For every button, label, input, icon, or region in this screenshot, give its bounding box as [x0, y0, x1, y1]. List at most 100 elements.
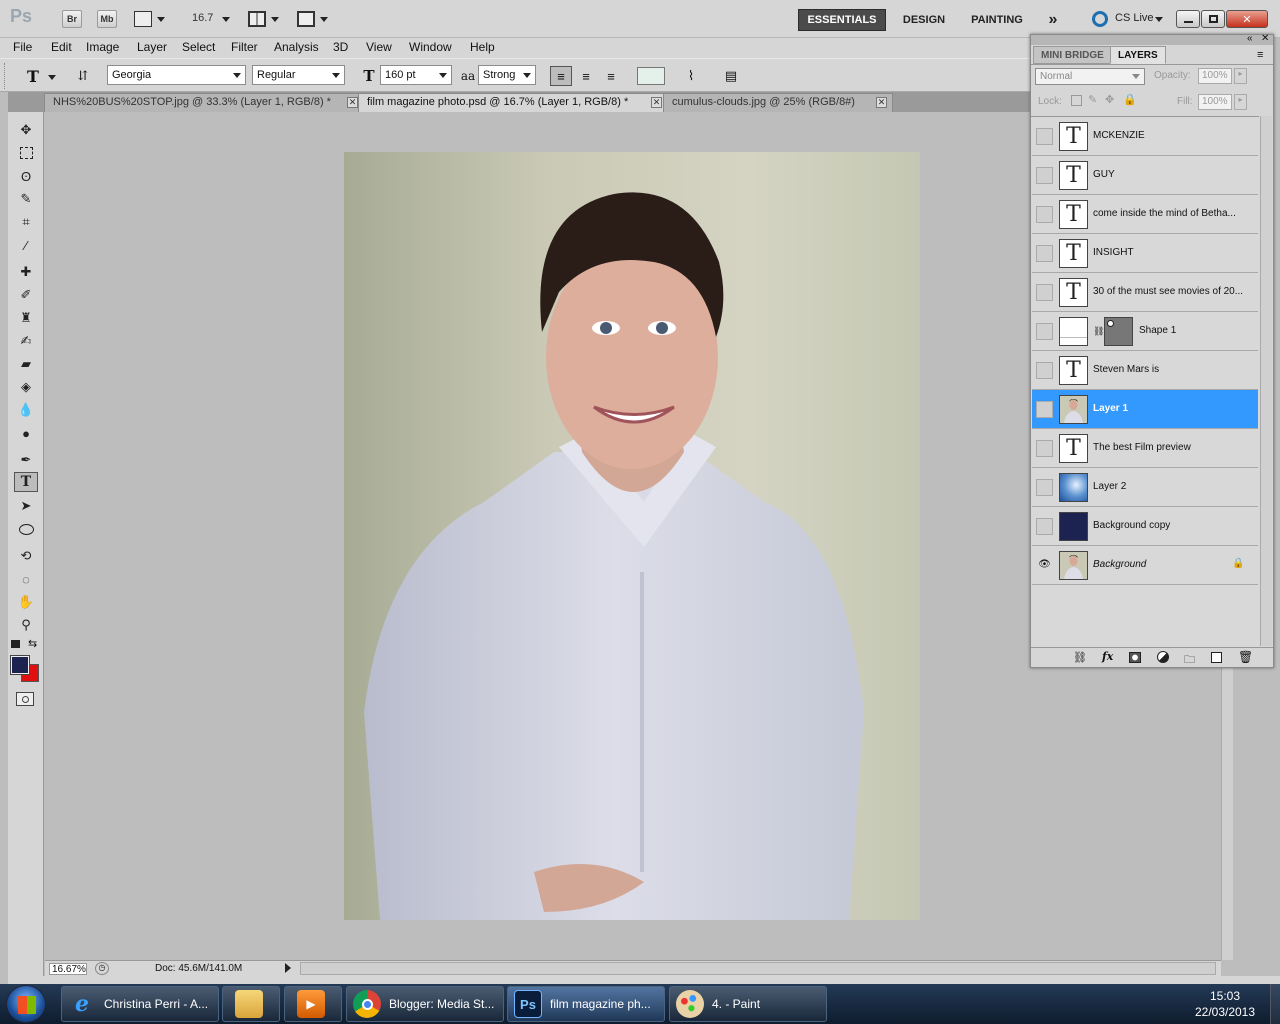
close-button[interactable]: ✕ [1226, 10, 1268, 28]
view-extras-icon[interactable] [134, 11, 152, 27]
visibility-toggle[interactable] [1036, 323, 1053, 340]
close-panel-icon[interactable]: ✕ [1261, 33, 1269, 44]
close-tab-icon[interactable]: ✕ [651, 97, 662, 108]
text-color-swatch[interactable] [637, 67, 665, 85]
lasso-tool-icon[interactable]: ʘ [14, 166, 38, 186]
hand-tool-icon[interactable]: ✋ [14, 592, 38, 612]
close-tab-icon[interactable]: ✕ [347, 97, 358, 108]
visibility-toggle[interactable] [1036, 167, 1053, 184]
chevron-down-icon[interactable] [320, 17, 328, 22]
crop-tool-icon[interactable]: ⌗ [14, 212, 38, 232]
type-tool-icon[interactable]: T [14, 472, 38, 492]
screen-mode-icon[interactable] [297, 11, 315, 27]
taskbar-item-internet-explorer[interactable]: e Christina Perri - A... [61, 986, 219, 1022]
workspace-painting-button[interactable]: PAINTING [962, 9, 1032, 31]
visibility-toggle[interactable] [1036, 362, 1053, 379]
panel-menu-icon[interactable]: ≡ [1257, 49, 1263, 61]
healing-brush-tool-icon[interactable]: ✚ [14, 262, 38, 282]
chevron-down-icon[interactable] [48, 75, 56, 80]
tab-film-magazine-photo[interactable]: film magazine photo.psd @ 16.7% (Layer 1… [358, 93, 668, 112]
layer-row-guy[interactable]: T GUY [1032, 156, 1258, 195]
visibility-toggle[interactable] [1036, 284, 1053, 301]
menu-layer[interactable]: Layer [137, 40, 167, 54]
add-mask-icon[interactable] [1129, 652, 1141, 663]
align-left-button[interactable]: ≡ [550, 66, 572, 86]
tab-mini-bridge[interactable]: MINI BRIDGE [1033, 46, 1112, 64]
layer-row-background-copy[interactable]: Background copy [1032, 507, 1258, 546]
status-menu-icon[interactable] [285, 963, 291, 973]
marquee-tool-icon[interactable] [14, 143, 38, 163]
menu-window[interactable]: Window [409, 40, 452, 54]
default-colors-icon[interactable] [11, 640, 20, 648]
taskbar-item-media-player[interactable]: ▶ [284, 986, 342, 1022]
foreground-color-swatch[interactable] [10, 655, 30, 675]
menu-view[interactable]: View [366, 40, 392, 54]
taskbar-item-paint[interactable]: 4. - Paint [669, 986, 827, 1022]
quick-selection-tool-icon[interactable]: ✎ [14, 189, 38, 209]
history-brush-tool-icon[interactable]: ✍ [14, 331, 38, 351]
show-desktop-button[interactable] [1270, 984, 1280, 1024]
taskbar-item-explorer[interactable] [222, 986, 280, 1022]
visibility-toggle[interactable] [1036, 518, 1053, 535]
document-image[interactable] [344, 152, 920, 920]
move-tool-icon[interactable]: ✥ [14, 120, 38, 140]
start-button[interactable] [6, 985, 46, 1023]
panel-titlebar[interactable] [1031, 35, 1273, 45]
brush-tool-icon[interactable]: ✐ [14, 285, 38, 305]
layer-row-mckenzie[interactable]: T MCKENZIE [1032, 117, 1258, 156]
menu-select[interactable]: Select [182, 40, 215, 54]
paint-bucket-tool-icon[interactable]: ◈ [14, 377, 38, 397]
character-panel-icon[interactable]: ▤ [720, 66, 742, 86]
layer-row-best-film-preview[interactable]: T The best Film preview [1032, 429, 1258, 468]
zoom-level[interactable]: 16.7 [192, 12, 213, 24]
visibility-toggle[interactable] [1036, 440, 1053, 457]
adjustment-layer-icon[interactable] [1157, 651, 1169, 663]
chevron-down-icon[interactable] [1155, 17, 1163, 22]
link-layers-icon[interactable]: ⛓ [1073, 651, 1087, 664]
lock-position-icon[interactable]: ✥ [1105, 93, 1114, 106]
clock-time[interactable]: 15:03 [1183, 989, 1267, 1003]
3d-rotate-tool-icon[interactable]: ⟲ [14, 546, 38, 566]
3d-orbit-tool-icon[interactable]: ◌ [14, 569, 38, 589]
fill-field[interactable]: 100% [1198, 94, 1232, 110]
minimize-button[interactable] [1176, 10, 1200, 28]
zoom-field[interactable]: 16.67% [49, 963, 87, 975]
chevron-down-icon[interactable] [157, 17, 165, 22]
close-tab-icon[interactable]: ✕ [876, 97, 887, 108]
restore-button[interactable] [1201, 10, 1225, 28]
horizontal-scrollbar[interactable] [300, 962, 1216, 975]
pen-tool-icon[interactable]: ✒ [14, 450, 38, 470]
layer-row-come-inside[interactable]: T come inside the mind of Betha... [1032, 195, 1258, 234]
launch-minibridge-button[interactable]: Mb [97, 10, 117, 28]
visibility-toggle[interactable] [1036, 245, 1053, 262]
blend-mode-select[interactable]: Normal [1035, 68, 1145, 85]
quick-mask-icon[interactable] [16, 692, 34, 706]
path-selection-tool-icon[interactable]: ➤ [14, 496, 38, 516]
lock-transparency-icon[interactable] [1071, 95, 1082, 106]
menu-analysis[interactable]: Analysis [274, 40, 319, 54]
tab-nhs-bus-stop[interactable]: NHS%20BUS%20STOP.jpg @ 33.3% (Layer 1, R… [44, 93, 364, 112]
clone-stamp-tool-icon[interactable]: ♜ [14, 308, 38, 328]
layer-row-shape-1[interactable]: ⛓ Shape 1 [1032, 312, 1258, 351]
ellipse-tool-icon[interactable] [14, 519, 38, 539]
workspace-design-button[interactable]: DESIGN [896, 9, 952, 31]
dodge-tool-icon[interactable]: ● [14, 423, 38, 443]
layer-row-30-must-see[interactable]: T 30 of the must see movies of 20... [1032, 273, 1258, 312]
font-style-select[interactable]: Regular [252, 65, 345, 85]
zoom-tool-icon[interactable]: ⚲ [14, 615, 38, 635]
arrange-documents-icon[interactable] [248, 11, 266, 27]
font-family-select[interactable]: Georgia [107, 65, 246, 85]
cs-live-icon[interactable] [1092, 11, 1108, 27]
eye-icon[interactable]: 👁 [1036, 557, 1053, 574]
align-center-button[interactable]: ≡ [575, 66, 597, 86]
opacity-slider-icon[interactable]: ▸ [1234, 68, 1247, 84]
tool-preset-picker[interactable]: T [22, 66, 44, 86]
toggle-text-orientation-icon[interactable]: ⇵ [72, 66, 94, 86]
tab-layers[interactable]: LAYERS [1110, 46, 1166, 64]
menu-3d[interactable]: 3D [333, 40, 348, 54]
delete-layer-icon[interactable]: 🗑 [1238, 650, 1253, 664]
menu-edit[interactable]: Edit [51, 40, 72, 54]
collapse-panel-icon[interactable]: « [1247, 33, 1253, 44]
layer-row-steven-mars[interactable]: T Steven Mars is [1032, 351, 1258, 390]
lock-pixels-icon[interactable]: ✎ [1088, 93, 1097, 106]
